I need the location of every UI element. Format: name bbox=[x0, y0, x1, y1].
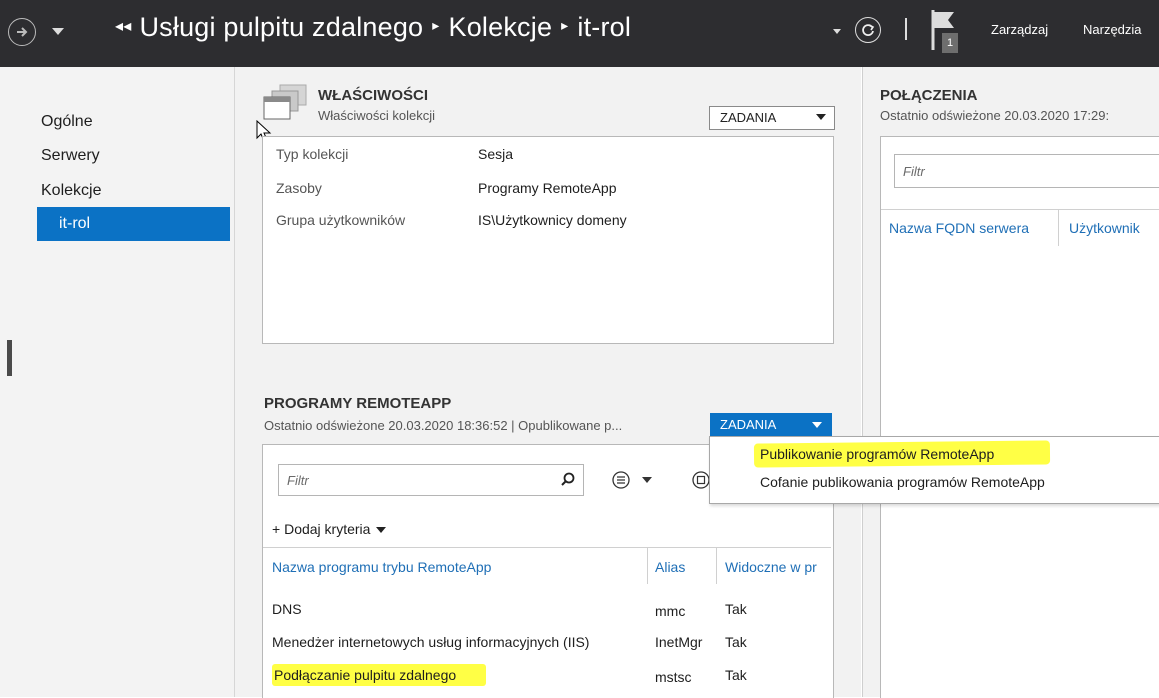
column-header-server-fqdn[interactable]: Nazwa FQDN serwera bbox=[889, 220, 1029, 236]
menu-tools[interactable]: Narzędzia bbox=[1083, 22, 1142, 37]
table-row-visible[interactable]: Tak bbox=[725, 634, 747, 650]
notification-count-badge: 1 bbox=[942, 33, 958, 53]
chevron-down-icon bbox=[816, 114, 826, 120]
property-value: Programy RemoteApp bbox=[478, 180, 617, 196]
menu-item-unpublish-remoteapp[interactable]: Cofanie publikowania programów RemoteApp bbox=[760, 474, 1045, 490]
add-criteria-label: Dodaj kryteria bbox=[284, 521, 371, 537]
column-header-alias[interactable]: Alias bbox=[655, 559, 685, 575]
column-header-user[interactable]: Użytkownik bbox=[1069, 220, 1140, 236]
property-value: Sesja bbox=[478, 146, 514, 162]
column-header-visible[interactable]: Widoczne w pr bbox=[725, 559, 831, 575]
breadcrumb: ◂◂ Usługi pulpitu zdalnego ▸ Kolekcje ▸ it-ro… bbox=[115, 12, 631, 43]
remoteapp-tasks-button[interactable]: ZADANIA bbox=[710, 413, 832, 437]
breadcrumb-separator-icon: ▸ bbox=[561, 17, 569, 34]
remoteapp-subtitle: Ostatnio odświeżone 20.03.2020 18:36:52 … bbox=[264, 418, 623, 433]
refresh-icon bbox=[862, 24, 875, 36]
breadcrumb-item[interactable]: Kolekcje bbox=[449, 12, 553, 42]
properties-subtitle: Właściwości kolekcji bbox=[318, 108, 436, 123]
property-label: Typ kolekcji bbox=[276, 146, 349, 162]
nav-item-selected[interactable]: it-rol bbox=[37, 207, 230, 241]
property-value: IS\Użytkownicy domeny bbox=[478, 212, 627, 228]
left-navigation bbox=[0, 67, 235, 697]
connections-title: POŁĄCZENIA bbox=[880, 87, 978, 104]
filter-placeholder: Filtr bbox=[287, 473, 309, 488]
chevron-down-icon bbox=[812, 422, 822, 428]
remoteapp-tasks-label: ZADANIA bbox=[720, 417, 777, 432]
column-header-name[interactable]: Nazwa programu trybu RemoteApp bbox=[272, 559, 491, 575]
menu-manage[interactable]: Zarządzaj bbox=[991, 22, 1048, 37]
remoteapp-title: PROGRAMY REMOTEAPP bbox=[264, 395, 452, 412]
table-row-name[interactable]: Menedżer internetowych usług informacyjn… bbox=[272, 634, 589, 650]
breadcrumb-dropdown-icon[interactable] bbox=[833, 29, 841, 34]
breadcrumb-overflow-icon[interactable]: ◂◂ bbox=[115, 18, 131, 35]
tasks-dropdown-menu: Publikowanie programów RemoteApp Cofanie… bbox=[709, 436, 1159, 504]
column-divider bbox=[1058, 210, 1059, 246]
table-row-alias[interactable]: InetMgr bbox=[655, 634, 702, 650]
table-header-divider bbox=[881, 209, 1159, 210]
properties-window-icon bbox=[263, 84, 307, 120]
nav-item-collections[interactable]: Kolekcje bbox=[41, 182, 101, 200]
arrow-right-icon bbox=[17, 27, 28, 37]
properties-tasks-label: ZADANIA bbox=[720, 110, 777, 125]
search-icon[interactable] bbox=[561, 472, 575, 486]
list-options-icon bbox=[612, 471, 630, 489]
back-button[interactable] bbox=[8, 18, 36, 46]
column-divider bbox=[647, 548, 648, 584]
chevron-down-icon bbox=[642, 477, 652, 483]
properties-box bbox=[262, 136, 834, 344]
toolbar-divider bbox=[905, 18, 907, 40]
breadcrumb-separator-icon: ▸ bbox=[432, 17, 440, 34]
table-row-name[interactable]: Podłączanie pulpitu zdalnego bbox=[274, 667, 456, 683]
refresh-button[interactable] bbox=[855, 17, 881, 43]
notifications-button[interactable]: 1 bbox=[930, 8, 960, 56]
table-row-alias[interactable]: mstsc bbox=[655, 669, 692, 685]
title-bar: ◂◂ Usługi pulpitu zdalnego ▸ Kolekcje ▸ it-ro… bbox=[0, 0, 1159, 67]
connections-subtitle: Ostatnio odświeżone 20.03.2020 17:29: bbox=[880, 108, 1110, 123]
nav-item-general[interactable]: Ogólne bbox=[41, 113, 93, 131]
view-options-button[interactable] bbox=[612, 471, 660, 489]
plus-icon: + bbox=[272, 521, 281, 537]
properties-title: WŁAŚCIWOŚCI bbox=[318, 87, 428, 104]
menu-item-publish-remoteapp[interactable]: Publikowanie programów RemoteApp bbox=[760, 446, 994, 462]
column-divider bbox=[716, 548, 717, 584]
property-label: Grupa użytkowników bbox=[276, 212, 406, 228]
table-row-name[interactable]: DNS bbox=[272, 601, 302, 617]
breadcrumb-item[interactable]: it-rol bbox=[577, 12, 631, 42]
save-query-icon[interactable] bbox=[692, 471, 710, 489]
remoteapp-filter-input[interactable]: Filtr bbox=[278, 464, 584, 496]
add-criteria-button[interactable]: + Dodaj kryteria bbox=[272, 521, 387, 537]
properties-tasks-button[interactable]: ZADANIA bbox=[709, 106, 835, 130]
filter-placeholder: Filtr bbox=[903, 164, 925, 179]
caret-down-icon bbox=[376, 527, 387, 534]
table-row-alias[interactable]: mmc bbox=[655, 603, 685, 619]
nav-item-servers[interactable]: Serwery bbox=[41, 147, 100, 165]
history-dropdown-icon[interactable] bbox=[52, 28, 64, 35]
resize-handle[interactable] bbox=[7, 340, 12, 376]
table-row-visible[interactable]: Tak bbox=[725, 601, 747, 617]
nav-item-selected-label: it-rol bbox=[59, 215, 91, 232]
connections-filter-input[interactable]: Filtr bbox=[894, 154, 1159, 188]
property-label: Zasoby bbox=[276, 180, 322, 196]
table-header-divider bbox=[263, 547, 831, 548]
breadcrumb-item[interactable]: Usługi pulpitu zdalnego bbox=[139, 12, 423, 42]
table-row-visible[interactable]: Tak bbox=[725, 667, 747, 683]
